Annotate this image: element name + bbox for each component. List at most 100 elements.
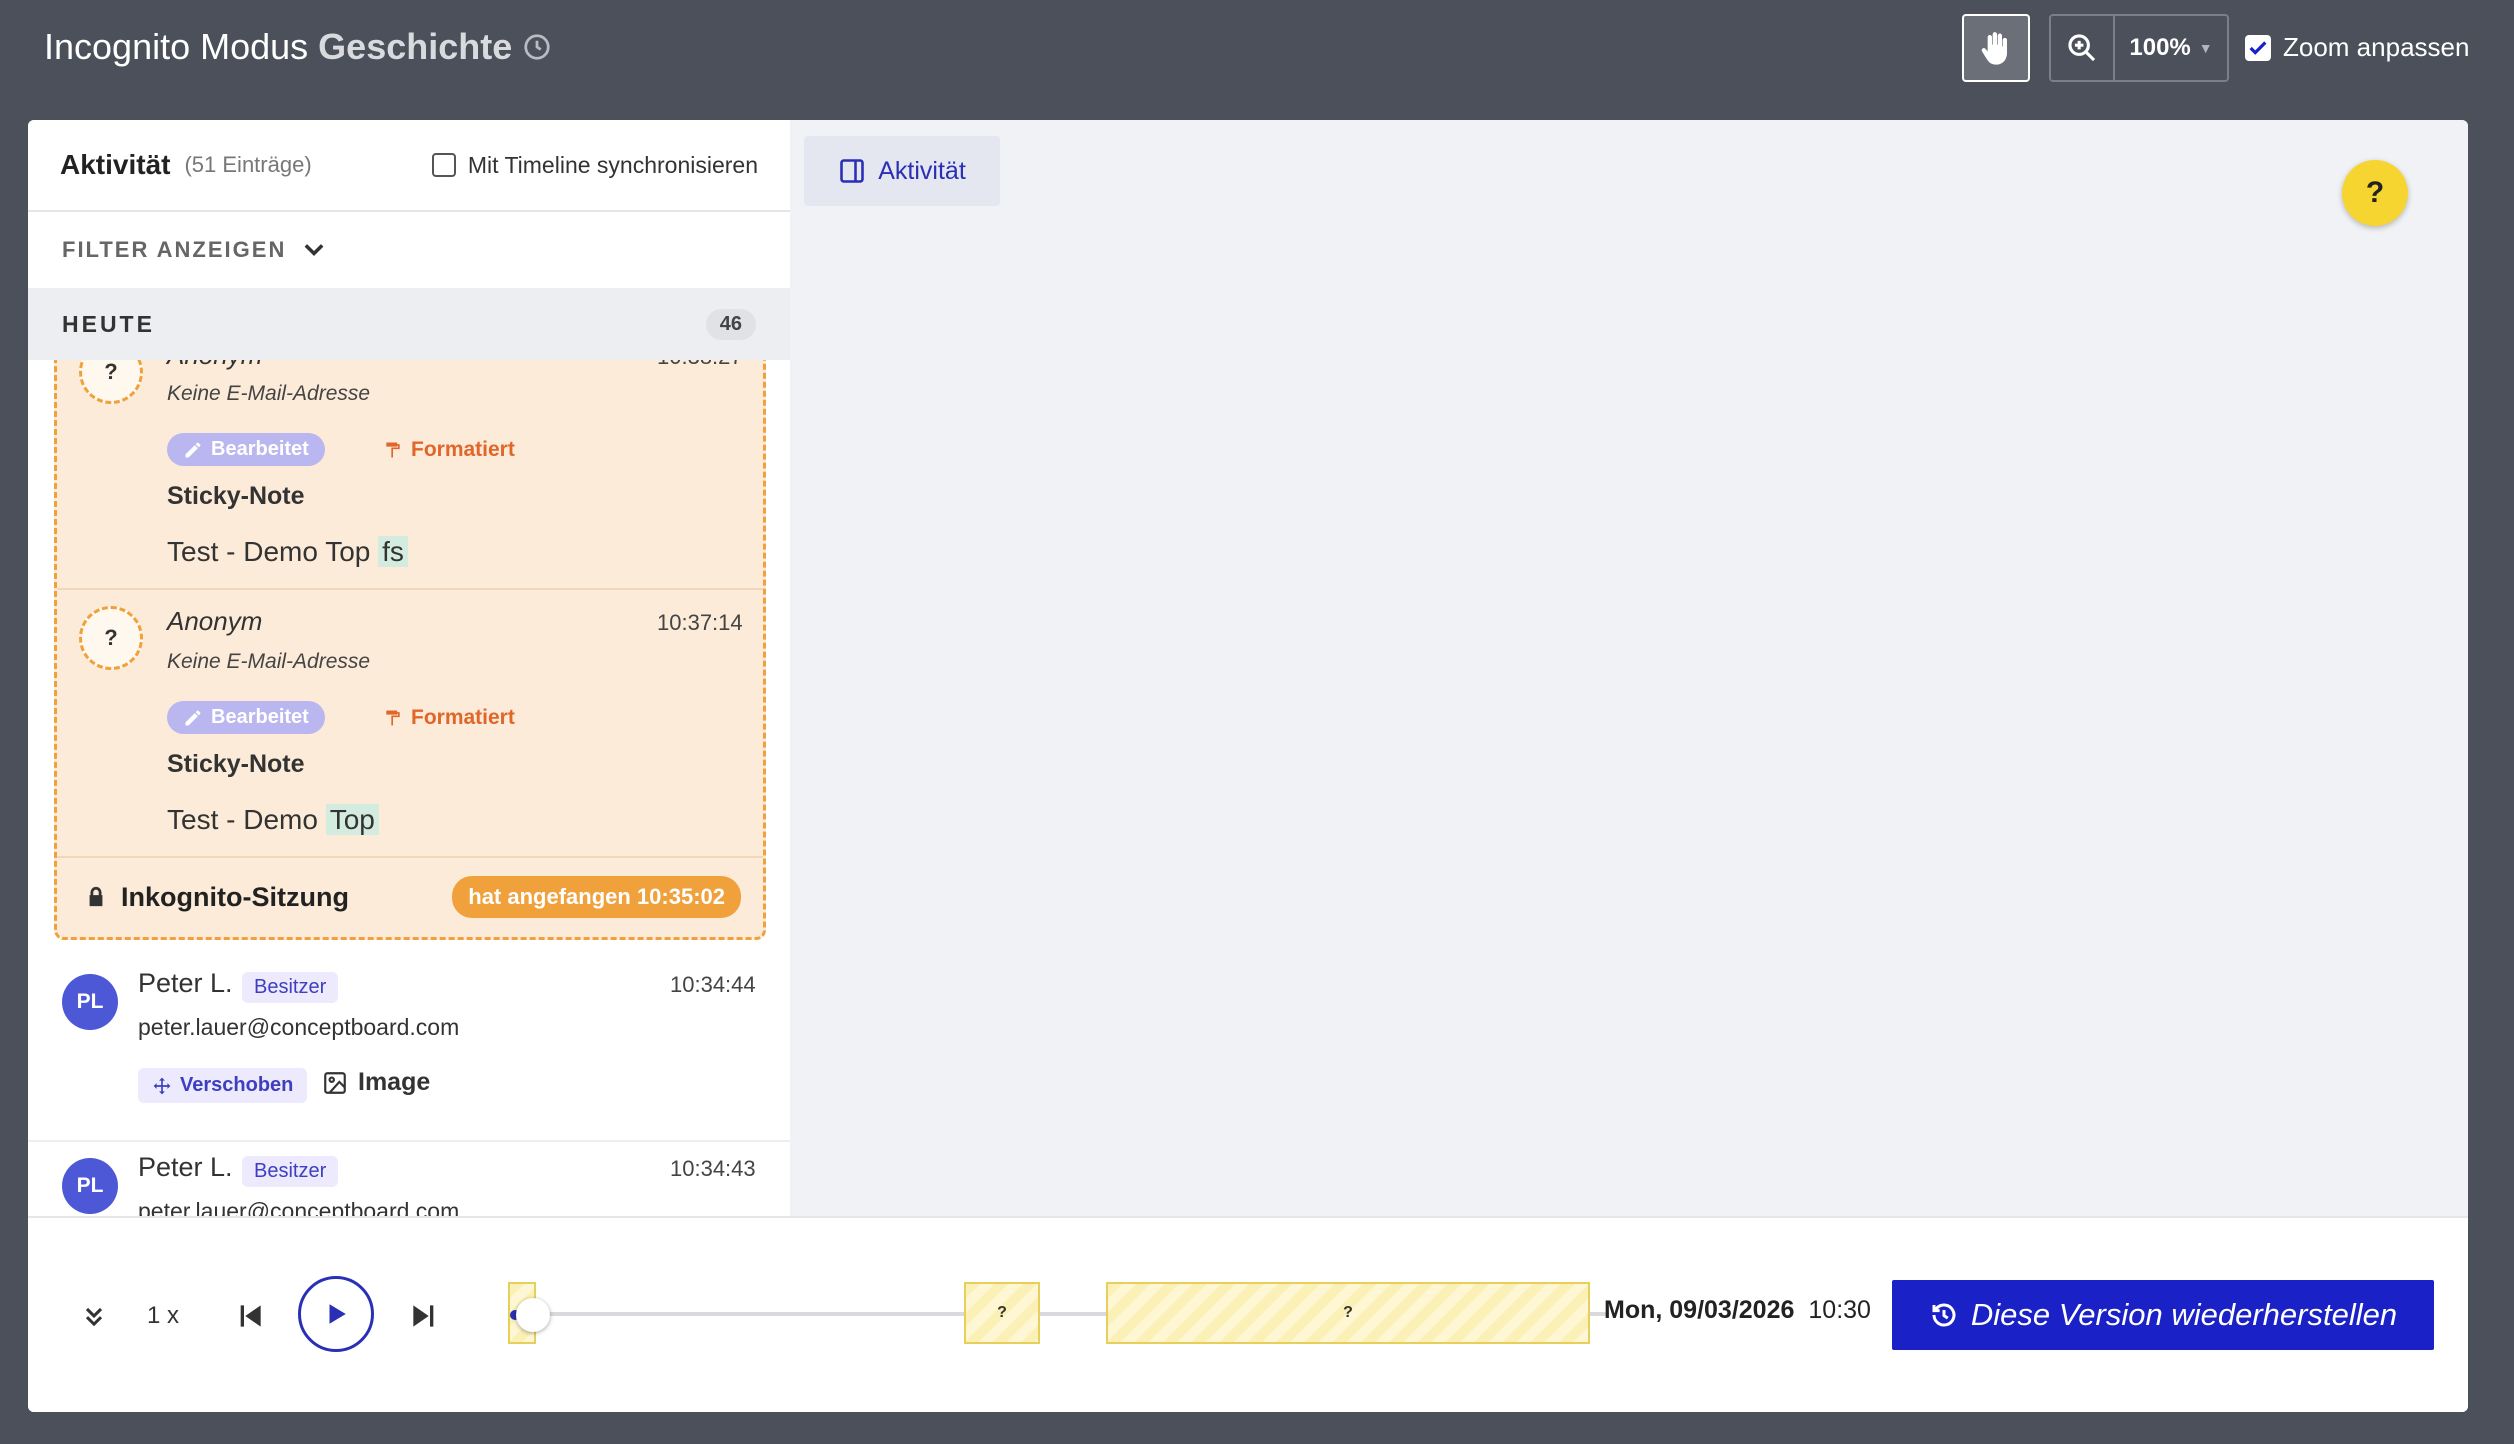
- playback-speed[interactable]: 1 x: [128, 1296, 198, 1336]
- activity-sidebar: Aktivität (51 Einträge) Mit Timeline syn…: [28, 120, 790, 1216]
- zoom-in-button[interactable]: [2051, 16, 2115, 80]
- board-canvas[interactable]: Aktivität ?: [790, 120, 2468, 1216]
- activity-list[interactable]: ? Anonym 10:38:27 Keine E-Mail-Adresse B…: [28, 360, 790, 1216]
- play-button[interactable]: [298, 1276, 374, 1352]
- title-main: Geschichte: [318, 26, 513, 67]
- zoom-level-value: 100%: [2129, 34, 2191, 61]
- activity-header: Aktivität (51 Einträge) Mit Timeline syn…: [28, 120, 790, 212]
- incognito-segment[interactable]: ?: [1106, 1282, 1590, 1344]
- zoom-in-icon: [2068, 34, 2096, 62]
- role-badge: Besitzer: [242, 1156, 339, 1187]
- entry-email: Keine E-Mail-Adresse: [167, 382, 371, 405]
- entry-text-highlight: Top: [325, 804, 379, 835]
- play-icon: [329, 1304, 346, 1324]
- title-prefix: Incognito Modus: [44, 26, 309, 67]
- sync-timeline-checkbox[interactable]: [431, 153, 456, 177]
- session-start-badge: hat angefangen 10:35:02: [452, 876, 741, 918]
- history-icon: [1932, 1303, 1956, 1327]
- activity-title: Aktivität: [60, 149, 171, 180]
- entry-user: Anonym: [167, 606, 263, 636]
- action-tag-label: Bearbeitet: [211, 706, 309, 728]
- filter-toggle[interactable]: FILTER ANZEIGEN: [28, 212, 790, 288]
- incognito-session-block: ? Anonym 10:38:27 Keine E-Mail-Adresse B…: [54, 360, 766, 940]
- role-badge: Besitzer: [242, 972, 339, 1003]
- entry-text-highlight: fs: [378, 536, 408, 567]
- chevron-down-icon: ▼: [2198, 40, 2213, 56]
- entry-time: 10:34:43: [670, 1156, 756, 1181]
- skip-forward-icon: [413, 1305, 434, 1327]
- avatar: PL: [62, 1158, 118, 1214]
- hand-icon: [1981, 32, 2007, 65]
- entry-object: Image: [322, 1068, 430, 1097]
- entry-object: Sticky-Note: [167, 482, 305, 510]
- action-tag-label: Formatiert: [411, 438, 515, 461]
- entry-text: Test - Demo Top fs: [167, 536, 408, 568]
- entry-object-label: Image: [358, 1068, 431, 1096]
- image-icon: [324, 1071, 346, 1094]
- pan-tool-button[interactable]: [1962, 14, 2030, 82]
- activity-count: (51 Einträge): [184, 152, 312, 177]
- pencil-icon: [185, 710, 201, 725]
- checkmark-icon: [2249, 40, 2267, 55]
- action-tag-formatted: Formatiert: [383, 438, 515, 462]
- action-tag-label: Formatiert: [411, 706, 515, 729]
- skip-forward-button[interactable]: [402, 1294, 446, 1338]
- action-tag-formatted: Formatiert: [383, 706, 515, 730]
- incognito-session-footer: Inkognito-Sitzung hat angefangen 10:35:0…: [57, 858, 763, 936]
- filter-label: FILTER ANZEIGEN: [62, 237, 287, 262]
- main-panel: Aktivität (51 Einträge) Mit Timeline syn…: [28, 120, 2468, 1412]
- action-tag-edited: Bearbeitet: [167, 433, 325, 466]
- incognito-segment[interactable]: ?: [964, 1282, 1040, 1344]
- timeline-player: 1 x ? ? Mon, 09/03/2026 10:30 Diese Vers…: [28, 1216, 2468, 1412]
- list-item[interactable]: PL Peter L. Besitzer 10:34:43 peter.laue…: [28, 1142, 790, 1216]
- page-title: Incognito Modus Geschichte: [44, 26, 552, 68]
- group-count-badge: 46: [705, 308, 756, 340]
- zoom-level-select[interactable]: 100% ▼: [2115, 16, 2227, 80]
- list-item[interactable]: ? Anonym 10:38:27 Keine E-Mail-Adresse B…: [57, 360, 763, 567]
- entry-time: 10:38:27: [657, 360, 743, 370]
- timeline-scrubber[interactable]: [516, 1298, 550, 1332]
- panel-icon: [840, 159, 865, 183]
- list-item[interactable]: PL Peter L. Besitzer 10:34:44 peter.laue…: [28, 958, 790, 1140]
- entry-email: peter.lauer@conceptboard.com: [138, 1014, 460, 1040]
- lock-icon: [89, 886, 103, 907]
- timeline-date: Mon, 09/03/2026: [1604, 1296, 1795, 1324]
- history-clock-icon: [524, 34, 550, 60]
- group-label: HEUTE: [62, 310, 155, 337]
- activity-panel-toggle[interactable]: Aktivität: [804, 136, 1000, 206]
- restore-version-label: Diese Version wiederherstellen: [1970, 1297, 2398, 1332]
- help-button[interactable]: ?: [2342, 160, 2408, 226]
- timeline-datetime: Mon, 09/03/2026 10:30: [1604, 1296, 1871, 1325]
- entry-time: 10:37:14: [657, 610, 743, 635]
- entry-object: Sticky-Note: [167, 750, 305, 778]
- group-header-today: HEUTE 46: [28, 288, 790, 360]
- restore-version-button[interactable]: Diese Version wiederherstellen: [1892, 1280, 2434, 1350]
- top-bar: Incognito Modus Geschichte 100% ▼ Zoom a…: [0, 0, 2514, 120]
- pencil-icon: [185, 442, 201, 457]
- collapse-player-button[interactable]: [74, 1296, 114, 1336]
- entry-user: Peter L.: [138, 968, 233, 998]
- zoom-fit-checkbox[interactable]: [2245, 34, 2271, 61]
- entry-text-value: Test - Demo Top: [167, 536, 371, 567]
- entry-user: Anonym: [167, 360, 262, 371]
- avatar: PL: [62, 974, 118, 1030]
- entry-user: Peter L.: [138, 1152, 233, 1182]
- incognito-session-label: Inkognito-Sitzung: [121, 881, 349, 912]
- double-chevron-down-icon: [85, 1307, 103, 1327]
- action-tag-label: Verschoben: [180, 1074, 294, 1096]
- entry-text: Test - Demo Top: [167, 804, 379, 836]
- sync-timeline-toggle[interactable]: Mit Timeline synchronisieren: [431, 151, 758, 179]
- zoom-fit-label: Zoom anpassen: [2283, 32, 2470, 62]
- action-tag-edited: Bearbeitet: [167, 701, 325, 734]
- list-item[interactable]: ? Anonym 10:37:14 Keine E-Mail-Adresse B…: [57, 590, 763, 856]
- anonymous-avatar: ?: [79, 360, 143, 404]
- sync-timeline-label: Mit Timeline synchronisieren: [467, 151, 758, 178]
- activity-panel-label: Aktivität: [878, 156, 966, 185]
- action-tag-label: Bearbeitet: [211, 438, 309, 460]
- chevron-down-icon: [304, 244, 324, 256]
- zoom-fit-toggle[interactable]: Zoom anpassen: [2245, 32, 2469, 63]
- skip-back-button[interactable]: [228, 1294, 272, 1338]
- entry-email: Keine E-Mail-Adresse: [167, 650, 371, 673]
- paint-roller-icon: [386, 442, 400, 458]
- paint-roller-icon: [386, 710, 400, 726]
